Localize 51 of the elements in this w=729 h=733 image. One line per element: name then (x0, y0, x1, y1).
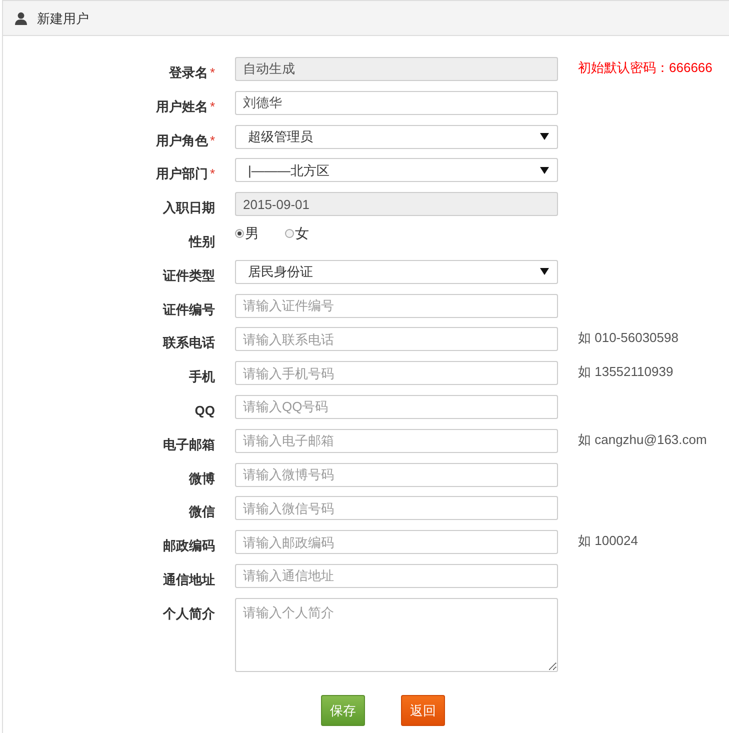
example-hint: 如 100024 (578, 532, 639, 548)
text-field[interactable]: 请输入QQ号码 (235, 394, 558, 419)
select-dropdown[interactable]: 超级管理员 (235, 124, 558, 149)
readonly-field[interactable]: 自动生成 (235, 57, 558, 81)
field-label: 微信 (189, 504, 215, 520)
field-label: 性别 (189, 234, 215, 250)
text-field[interactable]: 请输入电子邮箱 (235, 428, 558, 453)
text-field[interactable]: 请输入通信地址 (235, 564, 558, 588)
text-field[interactable]: 请输入证件编号 (235, 294, 558, 318)
field-label: 用户部门 (156, 166, 208, 182)
field-label: 个人简介 (163, 606, 215, 622)
password-note: 初始默认密码：666666 (578, 59, 714, 75)
caret-icon (540, 166, 549, 174)
required-mark: * (210, 132, 215, 149)
text-field[interactable]: 刘德华 (235, 90, 558, 115)
user-icon (15, 12, 27, 24)
readonly-field[interactable]: 2015-09-01 (235, 192, 558, 216)
text-field[interactable]: 请输入手机号码 (235, 361, 558, 386)
field-label: 微博 (189, 470, 215, 487)
field-label: 证件编号 (163, 302, 215, 318)
text-field[interactable]: 请输入微博号码 (235, 462, 558, 487)
panel-title: 新建用户 (37, 10, 89, 26)
required-mark: * (210, 65, 215, 81)
field-label: QQ (194, 402, 215, 419)
field-label: 电子邮箱 (163, 436, 215, 453)
field-label: 入职日期 (163, 200, 215, 216)
text-field[interactable]: 请输入微信号码 (235, 496, 558, 520)
caret-icon (540, 268, 549, 276)
field-label: 邮政编码 (163, 538, 215, 554)
field-label: 通信地址 (163, 572, 215, 588)
radio-option[interactable]: 女 (285, 226, 309, 241)
required-mark: * (210, 98, 215, 115)
text-field[interactable]: 请输入联系电话 (235, 327, 558, 352)
field-label: 用户角色 (156, 132, 208, 149)
field-label: 证件类型 (163, 268, 215, 284)
required-mark: * (210, 166, 215, 182)
text-field[interactable]: 请输入邮政编码 (235, 530, 558, 554)
field-label: 登录名 (168, 65, 208, 81)
textarea-field[interactable]: 请输入个人简介 (235, 598, 558, 672)
radio-icon (235, 228, 244, 238)
field-label: 用户姓名 (156, 98, 208, 115)
radio-option[interactable]: 男 (235, 226, 259, 241)
select-dropdown[interactable]: 居民身份证 (235, 260, 558, 284)
field-label: 联系电话 (163, 335, 215, 352)
example-hint: 如 13552110939 (578, 363, 674, 380)
radio-icon (285, 228, 294, 238)
select-dropdown[interactable]: |———北方区 (235, 158, 558, 182)
caret-icon (540, 133, 549, 140)
field-label: 手机 (189, 369, 215, 386)
example-hint: 如 cangzhu@163.com (578, 430, 708, 447)
example-hint: 如 010-56030598 (578, 329, 680, 346)
